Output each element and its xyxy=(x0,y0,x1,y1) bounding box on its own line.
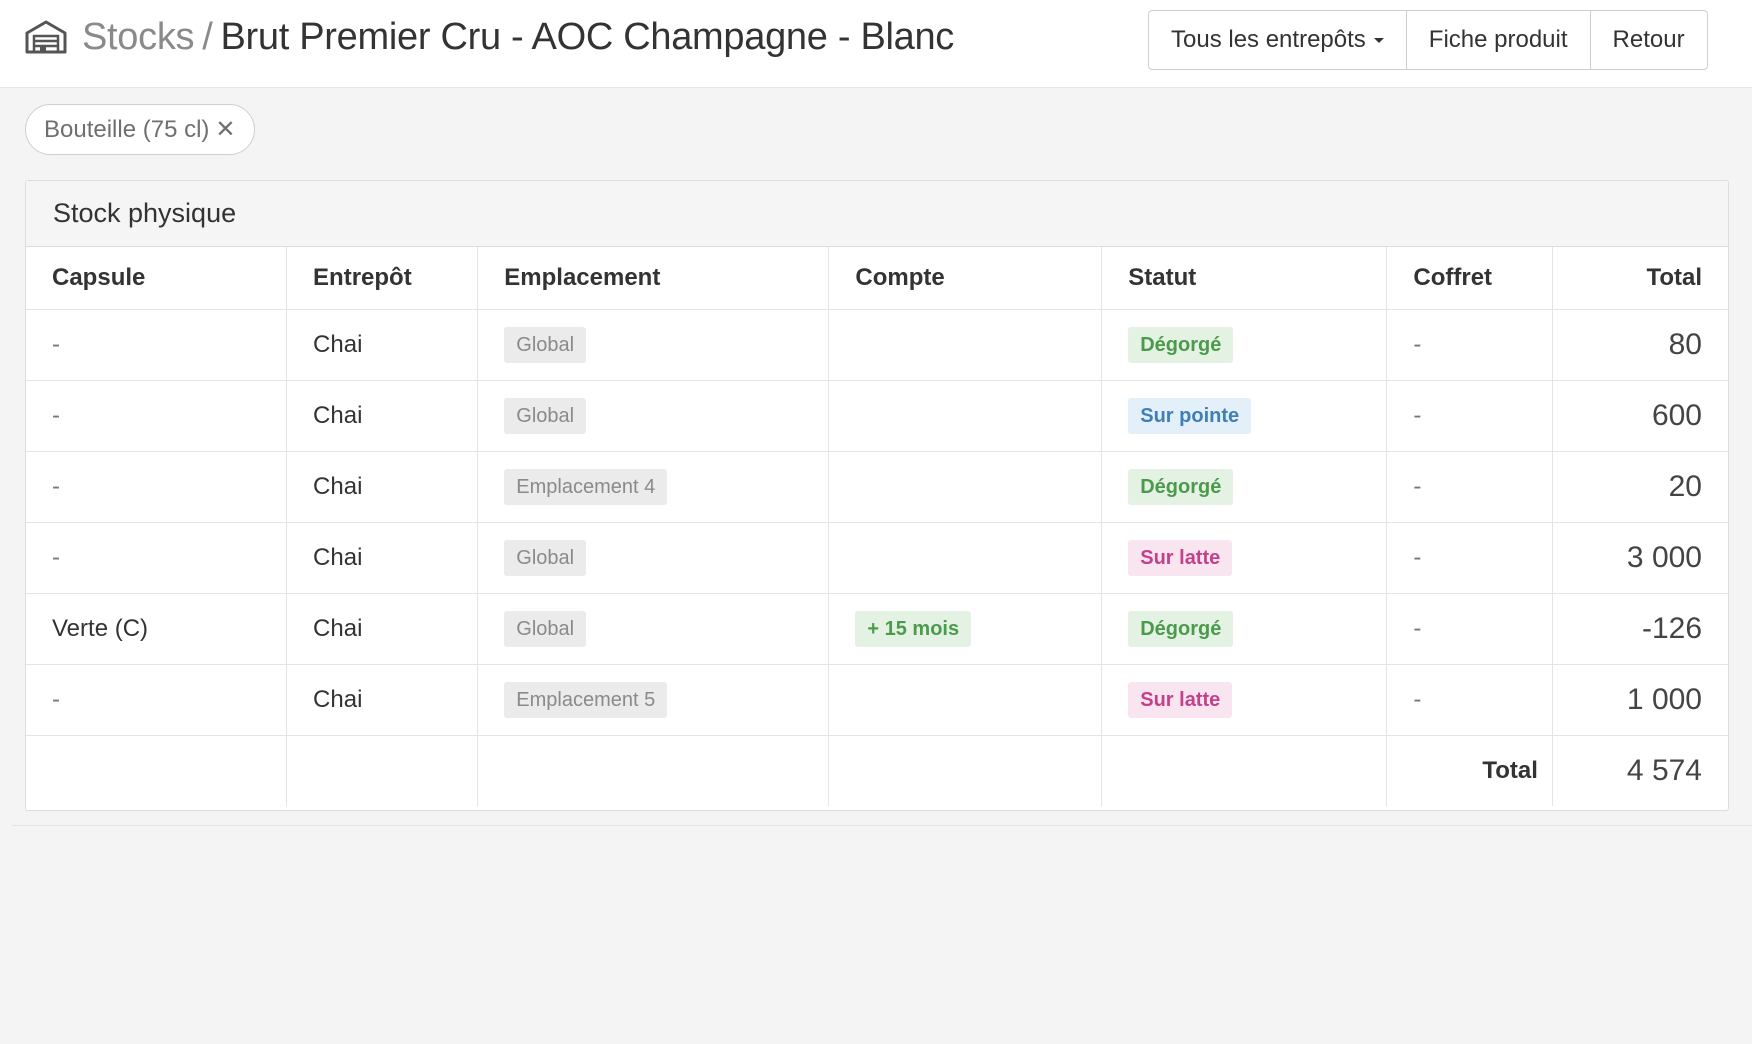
location-label: Global xyxy=(504,539,587,576)
cell-coffret: - xyxy=(1386,451,1553,523)
status-badge: Sur latte xyxy=(1128,681,1233,718)
cell-total: 600 xyxy=(1552,380,1728,452)
header-button-group: Tous les entrepôts Fiche produit Retour xyxy=(1148,10,1708,70)
cell-emplacement: Global xyxy=(477,309,830,381)
close-icon[interactable]: ✕ xyxy=(215,115,235,144)
cell-total: 1 000 xyxy=(1552,664,1728,736)
cell-entrepot: Chai xyxy=(286,664,479,736)
cell-entrepot: Chai xyxy=(286,522,479,594)
cell-statut: Sur pointe xyxy=(1101,380,1388,452)
product-sheet-button[interactable]: Fiche produit xyxy=(1407,11,1591,69)
cell-capsule: - xyxy=(26,664,288,736)
breadcrumb-current: Brut Premier Cru - AOC Champagne - Blanc xyxy=(220,15,955,58)
cell-capsule: - xyxy=(26,380,288,452)
cell-total: 3 000 xyxy=(1552,522,1728,594)
cell-statut: Dégorgé xyxy=(1101,593,1388,665)
cell-capsule: - xyxy=(26,309,288,381)
cell-entrepot: Chai xyxy=(286,380,479,452)
warehouses-dropdown-label: Tous les entrepôts xyxy=(1171,26,1366,53)
column-header-entrepot: Entrepôt xyxy=(286,247,479,310)
cell-capsule: - xyxy=(26,451,288,523)
location-label: Emplacement 5 xyxy=(504,681,668,718)
cell-entrepot: Chai xyxy=(286,309,479,381)
table-row: - Chai Global Dégorgé - 80 xyxy=(26,309,1728,381)
column-header-compte: Compte xyxy=(828,247,1103,310)
warehouse-icon xyxy=(24,19,68,55)
cell-empty xyxy=(1101,735,1388,806)
table-header-row: Capsule Entrepôt Emplacement Compte Stat… xyxy=(26,247,1728,310)
status-badge: Dégorgé xyxy=(1128,326,1234,363)
page-header: Stocks / Brut Premier Cru - AOC Champagn… xyxy=(0,0,1752,88)
cell-empty xyxy=(286,735,479,806)
location-label: Emplacement 4 xyxy=(504,468,668,505)
cell-statut: Dégorgé xyxy=(1101,451,1388,523)
table-row: - Chai Emplacement 5 Sur latte - 1 000 xyxy=(26,664,1728,736)
cell-compte: + 15 mois xyxy=(828,593,1103,665)
cell-emplacement: Global xyxy=(477,522,830,594)
status-badge: Dégorgé xyxy=(1128,610,1234,647)
grand-total: 4 574 xyxy=(1626,753,1702,787)
cell-empty xyxy=(828,735,1103,806)
account-badge: + 15 mois xyxy=(855,610,972,647)
cell-statut: Sur latte xyxy=(1101,522,1388,594)
table-row: Verte (C) Chai Global + 15 mois Dégorgé … xyxy=(26,593,1728,665)
cell-emplacement: Emplacement 4 xyxy=(477,451,830,523)
stock-panel: Stock physique Capsule Entrepôt Emplacem… xyxy=(25,180,1729,811)
cell-compte xyxy=(828,664,1103,736)
filter-chip-label: Bouteille (75 cl) xyxy=(44,115,210,143)
divider xyxy=(12,825,1752,826)
cell-compte xyxy=(828,522,1103,594)
caret-down-icon xyxy=(1373,37,1384,43)
warehouses-dropdown-button[interactable]: Tous les entrepôts xyxy=(1149,11,1407,69)
cell-capsule: Verte (C) xyxy=(26,593,288,665)
column-header-coffret: Coffret xyxy=(1386,247,1553,310)
location-label: Global xyxy=(504,610,587,647)
cell-compte xyxy=(828,451,1103,523)
cell-emplacement: Global xyxy=(477,380,830,452)
table-row: - Chai Global Sur latte - 3 000 xyxy=(26,522,1728,594)
column-header-emplacement: Emplacement xyxy=(477,247,830,310)
table-footer-row: Total 4 574 xyxy=(26,735,1728,806)
filter-chip: Bouteille (75 cl) ✕ xyxy=(25,104,255,155)
cell-total: 20 xyxy=(1552,451,1728,523)
column-header-statut: Statut xyxy=(1101,247,1388,310)
page-title: Stocks / Brut Premier Cru - AOC Champagn… xyxy=(24,14,954,60)
stock-table: Capsule Entrepôt Emplacement Compte Stat… xyxy=(26,247,1728,806)
total-label: Total xyxy=(1386,735,1553,806)
cell-empty xyxy=(477,735,830,806)
status-badge: Dégorgé xyxy=(1128,468,1234,505)
cell-statut: Dégorgé xyxy=(1101,309,1388,381)
cell-capsule: - xyxy=(26,522,288,594)
cell-emplacement: Emplacement 5 xyxy=(477,664,830,736)
cell-empty xyxy=(26,735,288,806)
panel-title: Stock physique xyxy=(26,181,1728,247)
cell-compte xyxy=(828,380,1103,452)
cell-statut: Sur latte xyxy=(1101,664,1388,736)
back-button[interactable]: Retour xyxy=(1591,11,1707,69)
cell-coffret: - xyxy=(1386,593,1553,665)
cell-entrepot: Chai xyxy=(286,451,479,523)
cell-total: -126 xyxy=(1552,593,1728,665)
location-label: Global xyxy=(504,397,587,434)
table-row: - Chai Emplacement 4 Dégorgé - 20 xyxy=(26,451,1728,523)
cell-coffret: - xyxy=(1386,664,1553,736)
status-badge: Sur latte xyxy=(1128,539,1233,576)
cell-total: 80 xyxy=(1552,309,1728,381)
cell-emplacement: Global xyxy=(477,593,830,665)
cell-coffret: - xyxy=(1386,309,1553,381)
cell-coffret: - xyxy=(1386,380,1553,452)
table-row: - Chai Global Sur pointe - 600 xyxy=(26,380,1728,452)
location-label: Global xyxy=(504,326,587,363)
column-header-total: Total xyxy=(1552,247,1728,310)
status-badge: Sur pointe xyxy=(1128,397,1252,434)
breadcrumb-stocks[interactable]: Stocks xyxy=(82,16,195,59)
cell-entrepot: Chai xyxy=(286,593,479,665)
breadcrumb-separator: / xyxy=(202,15,213,58)
cell-compte xyxy=(828,309,1103,381)
column-header-capsule: Capsule xyxy=(26,247,288,310)
cell-coffret: - xyxy=(1386,522,1553,594)
